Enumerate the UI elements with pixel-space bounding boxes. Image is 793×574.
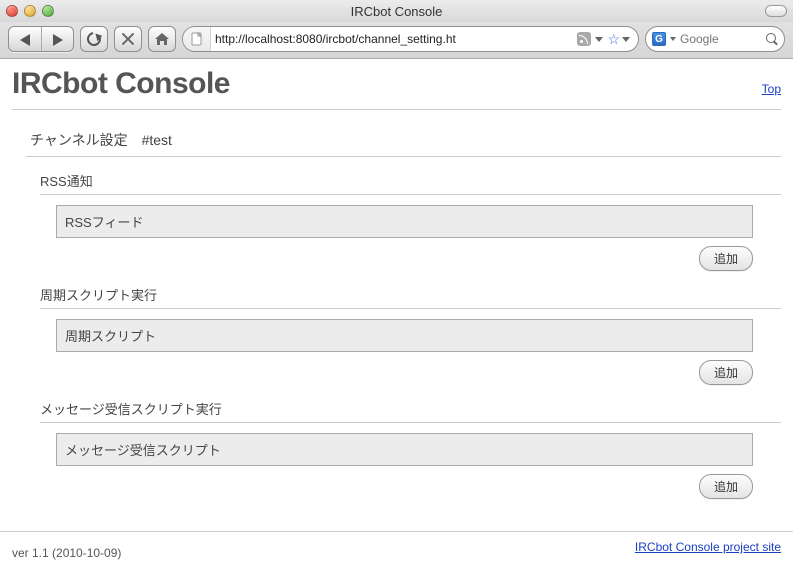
table-header: メッセージ受信スクリプト bbox=[56, 433, 753, 466]
version-text: ver 1.1 (2010-10-09) bbox=[12, 546, 121, 560]
close-window-button[interactable] bbox=[6, 5, 18, 17]
bookmark-star-icon[interactable]: ☆ bbox=[607, 31, 620, 48]
url-dropdown-icon[interactable] bbox=[595, 37, 603, 42]
home-icon bbox=[154, 32, 170, 46]
add-button[interactable]: 追加 bbox=[699, 246, 753, 271]
stop-icon bbox=[121, 32, 135, 46]
stop-button[interactable] bbox=[114, 26, 142, 52]
search-bar[interactable]: G bbox=[645, 26, 785, 52]
forward-button[interactable] bbox=[41, 27, 73, 52]
group-rss: RSS通知 RSSフィード 追加 bbox=[12, 171, 781, 271]
section-heading: チャンネル設定 #test bbox=[26, 130, 781, 157]
page-content: IRCbot Console Top チャンネル設定 #test RSS通知 R… bbox=[0, 59, 793, 499]
bookmark-dropdown-icon[interactable] bbox=[622, 37, 630, 42]
minimize-window-button[interactable] bbox=[24, 5, 36, 17]
table-header: RSSフィード bbox=[56, 205, 753, 238]
window-controls bbox=[6, 5, 54, 17]
window-title: IRCbot Console bbox=[0, 4, 793, 19]
search-engine-dropdown-icon[interactable] bbox=[670, 37, 676, 41]
page-footer: ver 1.1 (2010-10-09) IRCbot Console proj… bbox=[0, 531, 793, 574]
group-label: 周期スクリプト実行 bbox=[40, 285, 781, 309]
page-icon bbox=[190, 32, 204, 46]
reload-icon bbox=[84, 29, 103, 48]
table-header: 周期スクリプト bbox=[56, 319, 753, 352]
top-link[interactable]: Top bbox=[762, 82, 781, 96]
page-title: IRCbot Console bbox=[12, 67, 230, 101]
arrow-left-icon bbox=[20, 34, 30, 46]
address-bar[interactable]: ☆ bbox=[182, 26, 639, 52]
group-label: メッセージ受信スクリプト実行 bbox=[40, 399, 781, 423]
search-icon[interactable] bbox=[766, 33, 778, 45]
rss-icon[interactable] bbox=[577, 32, 591, 46]
browser-chrome: IRCbot Console ☆ G bbox=[0, 0, 793, 59]
project-site-link[interactable]: IRCbot Console project site bbox=[635, 540, 781, 554]
zoom-window-button[interactable] bbox=[42, 5, 54, 17]
arrow-right-icon bbox=[53, 34, 63, 46]
search-engine-icon[interactable]: G bbox=[652, 32, 666, 46]
site-identity-button[interactable] bbox=[183, 27, 211, 51]
reload-button[interactable] bbox=[80, 26, 108, 52]
search-input[interactable] bbox=[680, 32, 762, 46]
group-periodic-script: 周期スクリプト実行 周期スクリプト 追加 bbox=[12, 285, 781, 385]
home-button[interactable] bbox=[148, 26, 176, 52]
titlebar: IRCbot Console bbox=[0, 0, 793, 22]
toolbar-pill-button[interactable] bbox=[765, 5, 787, 17]
back-button[interactable] bbox=[9, 27, 41, 52]
url-input[interactable] bbox=[211, 32, 577, 46]
add-button[interactable]: 追加 bbox=[699, 474, 753, 499]
group-message-script: メッセージ受信スクリプト実行 メッセージ受信スクリプト 追加 bbox=[12, 399, 781, 499]
nav-back-forward bbox=[8, 26, 74, 52]
group-label: RSS通知 bbox=[40, 171, 781, 195]
browser-toolbar: ☆ G bbox=[0, 22, 793, 58]
page-header: IRCbot Console Top bbox=[12, 67, 781, 110]
add-button[interactable]: 追加 bbox=[699, 360, 753, 385]
